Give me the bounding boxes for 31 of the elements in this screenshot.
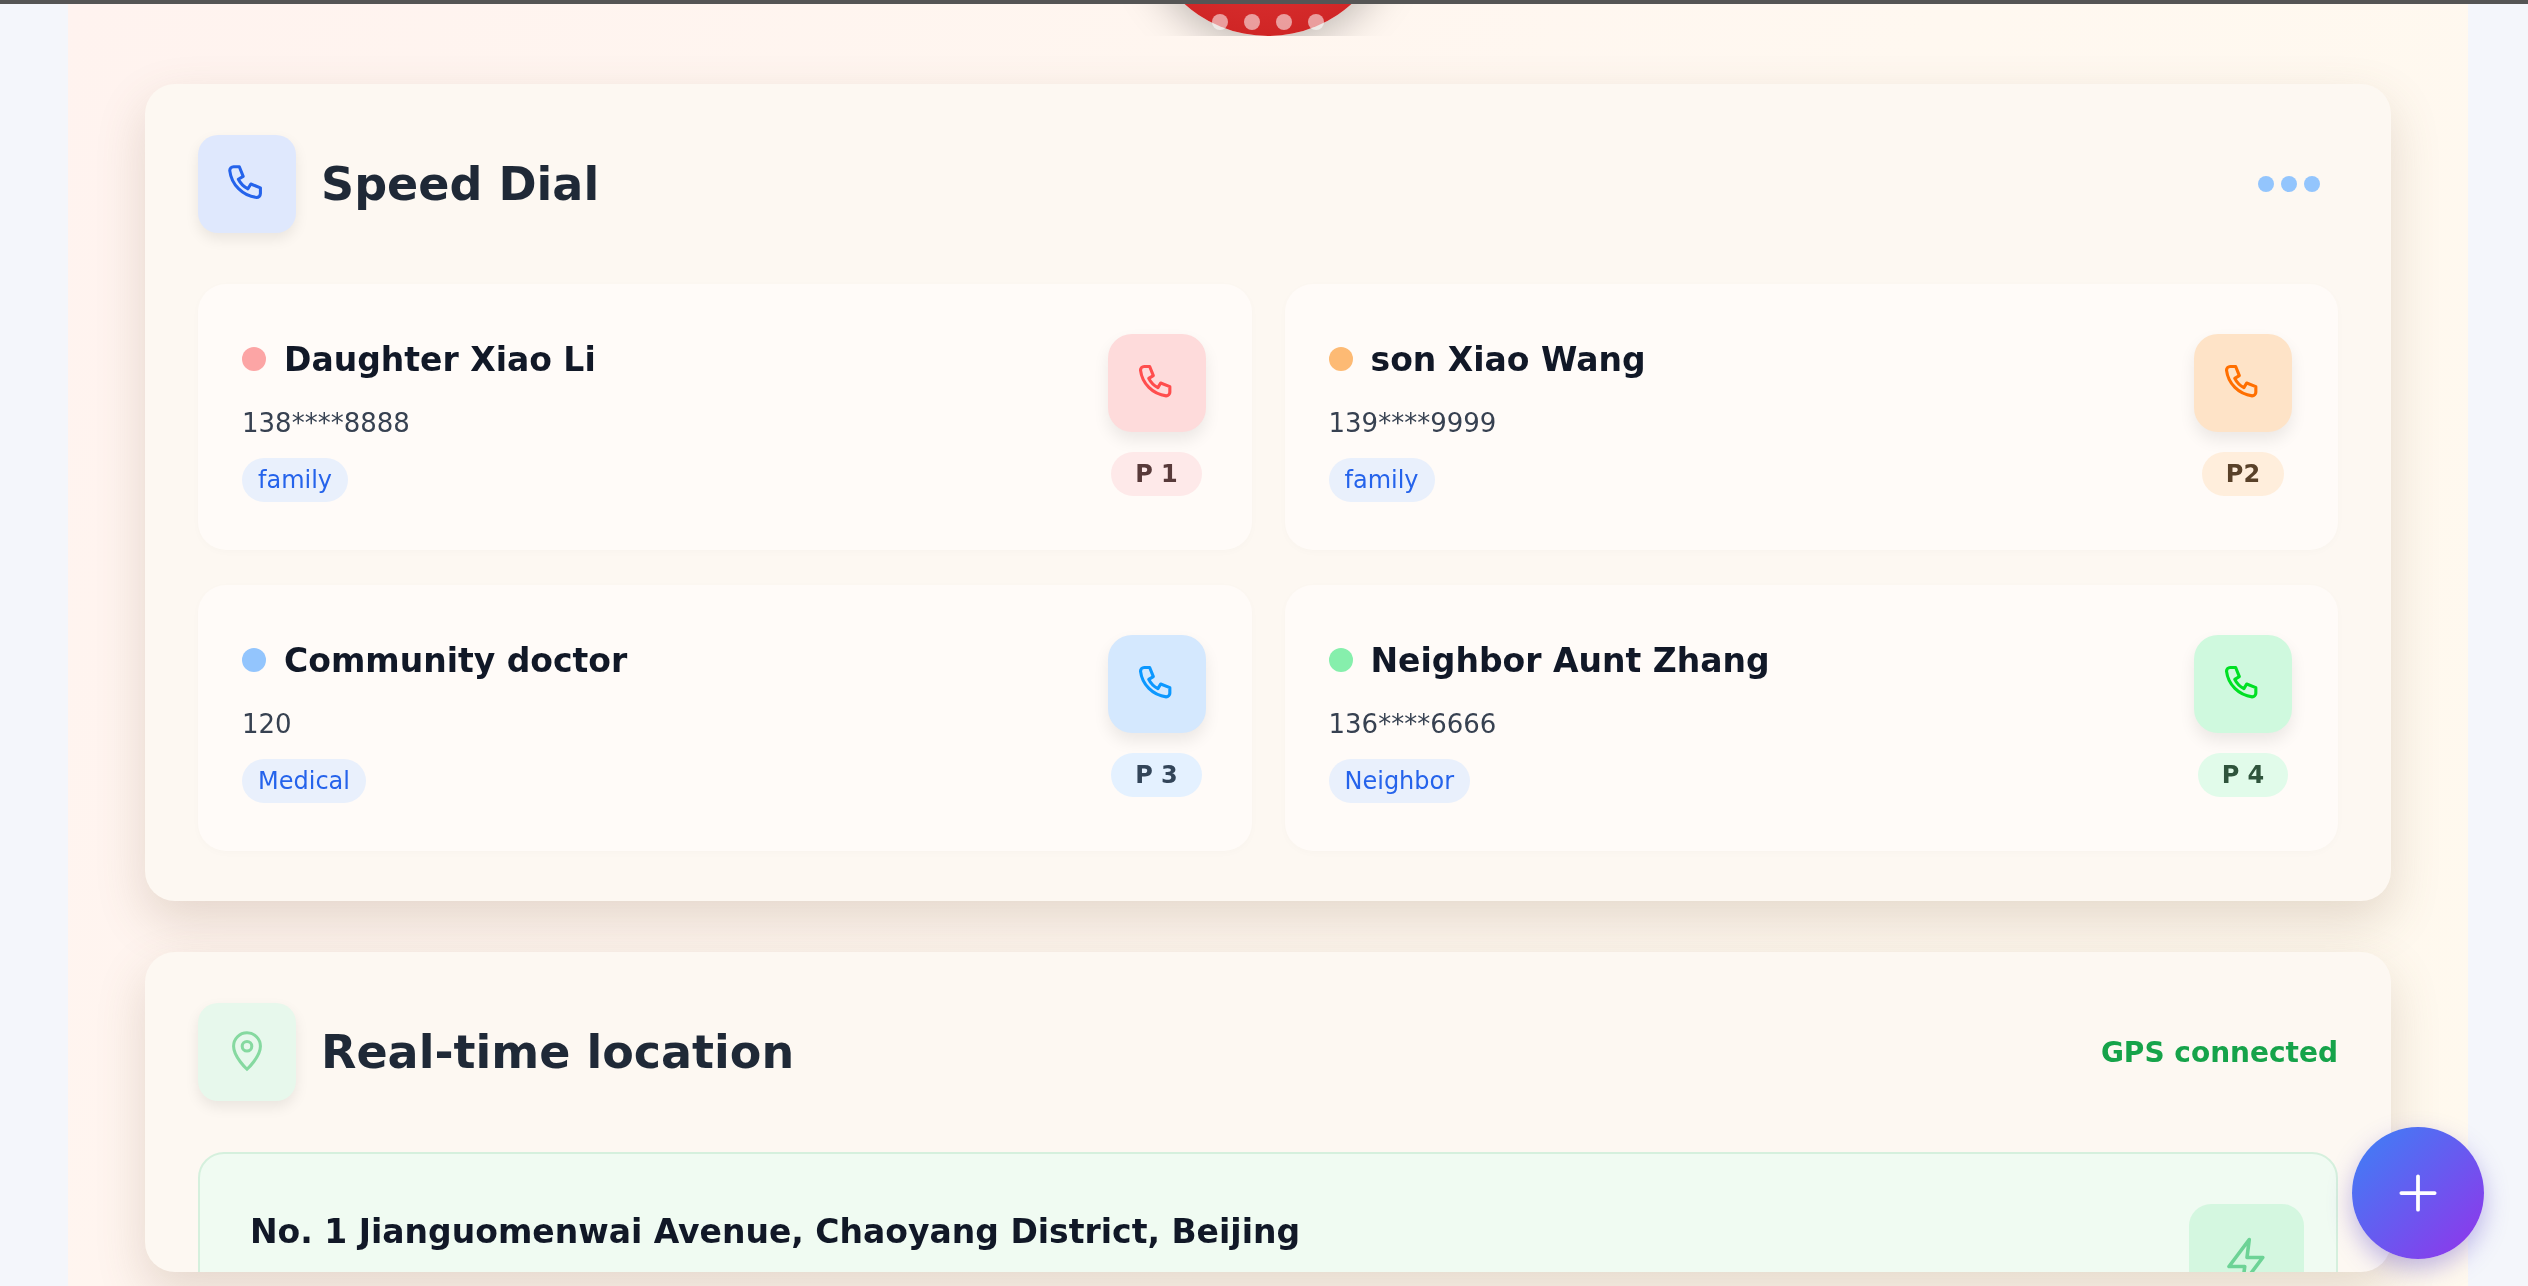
call-button[interactable] xyxy=(1107,635,1206,733)
contact-name: son Xiao Wang xyxy=(1370,339,1646,379)
phone-number: 139****9999 xyxy=(1328,408,1497,438)
category-tag: family xyxy=(242,458,349,502)
contact-card[interactable]: son Xiao Wang 139****9999 family P2 xyxy=(1284,284,2338,550)
phone-icon xyxy=(198,135,296,233)
call-button[interactable] xyxy=(2194,334,2292,432)
contact-card[interactable]: Community doctor 120 Medical P 3 xyxy=(198,585,1252,851)
priority-badge: P 3 xyxy=(1111,753,1202,797)
phone-number: 138****8888 xyxy=(242,408,410,438)
priority-badge: P 1 xyxy=(1111,452,1202,496)
category-tag: family xyxy=(1328,458,1435,502)
call-button[interactable] xyxy=(1107,334,1206,432)
contact-card[interactable]: Daughter Xiao Li 138****8888 family P 1 xyxy=(198,284,1252,550)
call-button[interactable] xyxy=(2194,635,2292,733)
gps-status: GPS connected xyxy=(2100,1035,2338,1069)
phone-number: 136****6666 xyxy=(1328,709,1497,739)
category-tag: Medical xyxy=(242,759,366,803)
phone-number: 120 xyxy=(242,709,292,739)
priority-badge: P2 xyxy=(2201,452,2285,496)
address-text: No. 1 Jianguomenwai Avenue, Chaoyang District, Beijing xyxy=(250,1212,1301,1251)
category-tag: Neighbor xyxy=(1328,759,1471,803)
contact-name: Daughter Xiao Li xyxy=(284,339,596,379)
contact-name: Community doctor xyxy=(284,640,628,680)
contact-card[interactable]: Neighbor Aunt Zhang 136****6666 Neighbor P 4 xyxy=(1284,585,2338,851)
section-title: Real-time location xyxy=(321,1025,796,1079)
location-pin-icon xyxy=(198,1003,296,1101)
more-icon[interactable] xyxy=(2258,176,2320,192)
section-title: Speed Dial xyxy=(321,157,601,211)
contact-name: Neighbor Aunt Zhang xyxy=(1370,640,1770,680)
priority-badge: P 4 xyxy=(2197,753,2289,797)
